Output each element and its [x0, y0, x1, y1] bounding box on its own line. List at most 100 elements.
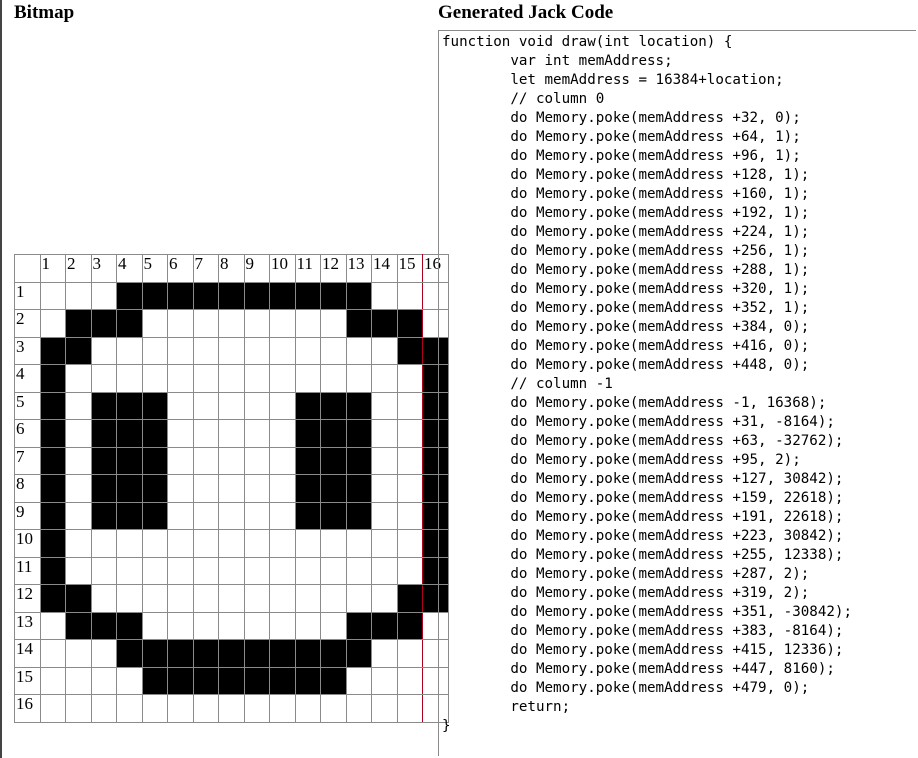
bitmap-cell[interactable] [371, 281, 398, 310]
bitmap-cell[interactable] [65, 556, 92, 585]
bitmap-cell[interactable] [243, 364, 270, 393]
bitmap-cell[interactable] [371, 666, 398, 695]
bitmap-cell[interactable] [192, 336, 219, 365]
bitmap-cell[interactable] [192, 364, 219, 393]
bitmap-cell[interactable] [116, 584, 143, 613]
bitmap-cell[interactable] [218, 391, 245, 420]
bitmap-cell[interactable] [396, 419, 423, 448]
bitmap-cell[interactable] [141, 364, 168, 393]
bitmap-cell[interactable] [269, 474, 296, 503]
bitmap-cell[interactable] [65, 281, 92, 310]
bitmap-cell[interactable] [243, 474, 270, 503]
bitmap-cell[interactable] [39, 694, 66, 723]
bitmap-cell[interactable] [192, 529, 219, 558]
bitmap-cell[interactable] [192, 419, 219, 448]
bitmap-cell[interactable] [141, 309, 168, 338]
bitmap-cell[interactable] [320, 639, 347, 668]
bitmap-cell[interactable] [243, 584, 270, 613]
bitmap-cell[interactable] [65, 529, 92, 558]
bitmap-cell[interactable] [167, 336, 194, 365]
bitmap-cell[interactable] [116, 446, 143, 475]
bitmap-cell[interactable] [243, 336, 270, 365]
bitmap-cell[interactable] [243, 391, 270, 420]
bitmap-cell[interactable] [371, 584, 398, 613]
bitmap-cell[interactable] [269, 391, 296, 420]
bitmap-cell[interactable] [320, 391, 347, 420]
bitmap-cell[interactable] [65, 611, 92, 640]
bitmap-cell[interactable] [294, 666, 321, 695]
bitmap-cell[interactable] [218, 694, 245, 723]
bitmap-cell[interactable] [141, 336, 168, 365]
bitmap-cell[interactable] [345, 666, 372, 695]
bitmap-cell[interactable] [116, 639, 143, 668]
bitmap-cell[interactable] [294, 556, 321, 585]
bitmap-cell[interactable] [39, 419, 66, 448]
bitmap-cell[interactable] [294, 419, 321, 448]
bitmap-cell[interactable] [371, 336, 398, 365]
bitmap-cell[interactable] [39, 501, 66, 530]
bitmap-cell[interactable] [345, 529, 372, 558]
bitmap-cell[interactable] [116, 336, 143, 365]
bitmap-cell[interactable] [345, 694, 372, 723]
bitmap-cell[interactable] [116, 281, 143, 310]
bitmap-cell[interactable] [396, 391, 423, 420]
bitmap-cell[interactable] [167, 446, 194, 475]
bitmap-cell[interactable] [116, 611, 143, 640]
bitmap-cell[interactable] [294, 474, 321, 503]
bitmap-cell[interactable] [167, 529, 194, 558]
bitmap-cell[interactable] [39, 364, 66, 393]
bitmap-cell[interactable] [167, 556, 194, 585]
bitmap-cell[interactable] [243, 446, 270, 475]
bitmap-cell[interactable] [294, 364, 321, 393]
bitmap-cell[interactable] [39, 584, 66, 613]
bitmap-cell[interactable] [396, 611, 423, 640]
bitmap-cell[interactable] [90, 419, 117, 448]
bitmap-cell[interactable] [65, 364, 92, 393]
bitmap-cell[interactable] [396, 666, 423, 695]
bitmap-cell[interactable] [396, 446, 423, 475]
bitmap-cell[interactable] [116, 694, 143, 723]
bitmap-cell[interactable] [65, 584, 92, 613]
bitmap-cell[interactable] [167, 666, 194, 695]
bitmap-cell[interactable] [141, 694, 168, 723]
bitmap-cell[interactable] [90, 336, 117, 365]
bitmap-cell[interactable] [320, 694, 347, 723]
bitmap-cell[interactable] [116, 474, 143, 503]
bitmap-cell[interactable] [320, 584, 347, 613]
bitmap-cell[interactable] [243, 611, 270, 640]
bitmap-cell[interactable] [269, 364, 296, 393]
bitmap-cell[interactable] [90, 364, 117, 393]
bitmap-cell[interactable] [141, 639, 168, 668]
bitmap-cell[interactable] [192, 281, 219, 310]
bitmap-cell[interactable] [90, 529, 117, 558]
bitmap-cell[interactable] [192, 584, 219, 613]
bitmap-cell[interactable] [116, 364, 143, 393]
bitmap-cell[interactable] [39, 391, 66, 420]
bitmap-cell[interactable] [39, 446, 66, 475]
bitmap-cell[interactable] [141, 611, 168, 640]
bitmap-cell[interactable] [192, 501, 219, 530]
bitmap-cell[interactable] [320, 364, 347, 393]
bitmap-cell[interactable] [218, 474, 245, 503]
bitmap-cell[interactable] [90, 391, 117, 420]
bitmap-cell[interactable] [90, 309, 117, 338]
bitmap-cell[interactable] [192, 309, 219, 338]
bitmap-cell[interactable] [371, 501, 398, 530]
bitmap-cell[interactable] [294, 336, 321, 365]
bitmap-cell[interactable] [320, 419, 347, 448]
bitmap-cell[interactable] [345, 391, 372, 420]
bitmap-cell[interactable] [116, 419, 143, 448]
bitmap-cell[interactable] [371, 419, 398, 448]
bitmap-cell[interactable] [141, 281, 168, 310]
bitmap-cell[interactable] [141, 556, 168, 585]
bitmap-cell[interactable] [294, 584, 321, 613]
bitmap-cell[interactable] [320, 474, 347, 503]
bitmap-cell[interactable] [65, 694, 92, 723]
bitmap-cell[interactable] [396, 281, 423, 310]
bitmap-cell[interactable] [371, 556, 398, 585]
bitmap-cell[interactable] [345, 309, 372, 338]
bitmap-cell[interactable] [116, 666, 143, 695]
bitmap-cell[interactable] [345, 501, 372, 530]
bitmap-cell[interactable] [141, 501, 168, 530]
bitmap-cell[interactable] [65, 391, 92, 420]
